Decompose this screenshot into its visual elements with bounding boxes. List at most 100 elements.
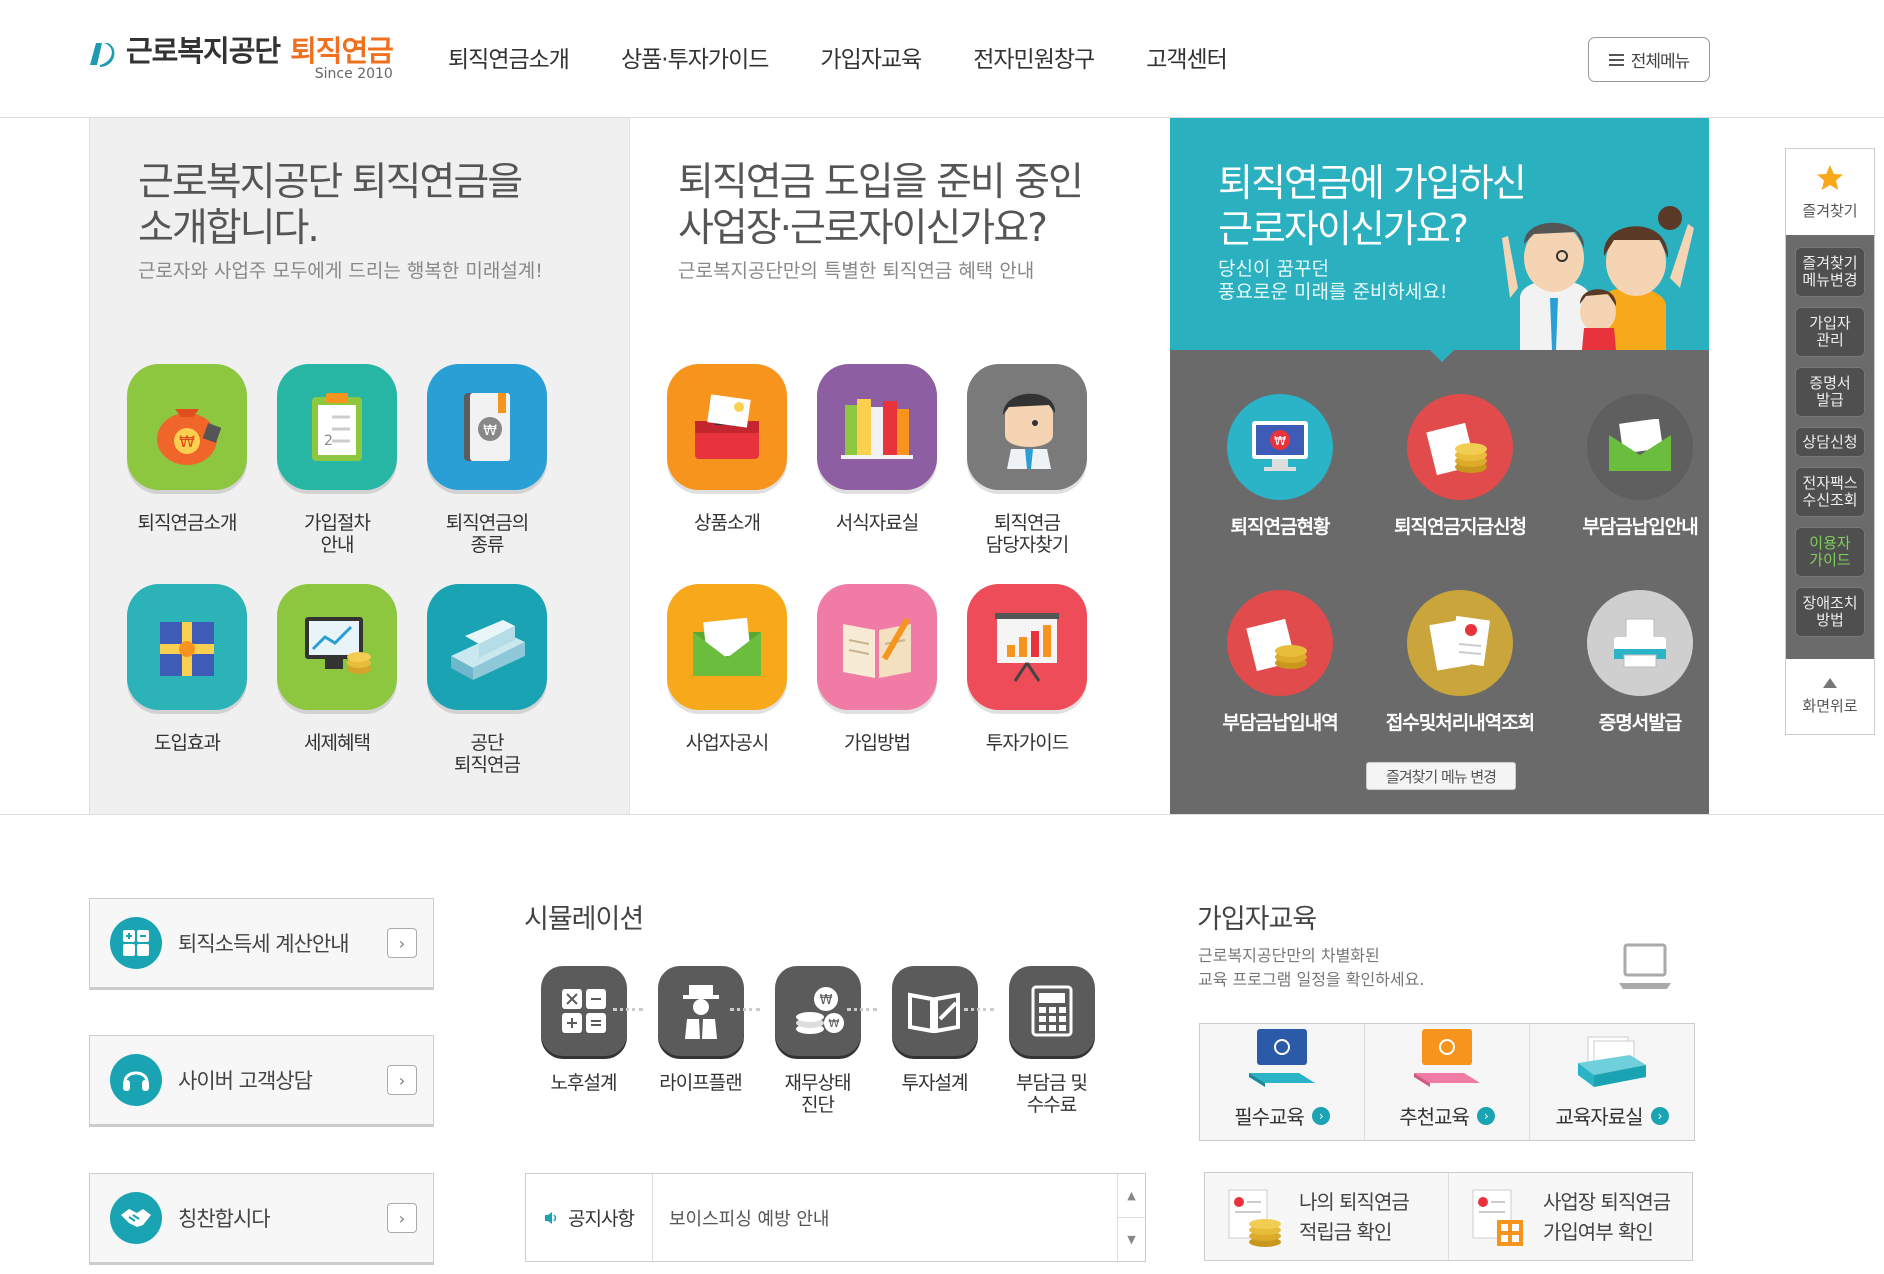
monitor-won-icon: ₩ [1227,394,1333,500]
briefcase-icon [667,364,787,490]
sim-label: 부담금 및 수수료 [1016,1072,1088,1116]
quick-user-guide[interactable]: 이용자 가이드 [1795,527,1865,577]
menu-label: 퇴직연금소개 [137,512,238,534]
menu-label: 퇴직연금의 종류 [445,512,529,556]
nav-item-products[interactable]: 상품·투자가이드 [621,38,769,82]
sim-financial-diagnosis[interactable]: ₩ ₩ 재무상태 진단 [759,966,877,1116]
menu-label: 가입절차 안내 [304,512,371,556]
menu-contribution-history[interactable]: 부담금납입내역 [1190,590,1370,786]
menu-contribution-guide[interactable]: 부담금납입안내 [1550,394,1730,590]
elder-person-icon [657,966,744,1056]
connector-dots [730,1008,760,1011]
quick-favorites-label: 즐겨찾기 [1802,201,1858,220]
hamburger-icon [1608,53,1624,66]
menu-label: 접수및처리내역조회 [1385,712,1535,734]
menu-join-method[interactable]: 가입방법 [802,584,952,804]
notice-next-button[interactable]: ▼ [1118,1217,1145,1261]
sim-label: 재무상태 진단 [784,1072,852,1116]
nav-item-intro[interactable]: 퇴직연금소개 [448,38,570,82]
menu-label: 투자가이드 [985,732,1069,754]
menu-join-procedure[interactable]: 2 가입절차 안내 [262,364,412,584]
coins-icon: ₩ ₩ [774,966,861,1056]
quick-favorites[interactable]: 즐겨찾기 [1786,149,1874,235]
quick-trouble-shooting[interactable]: 장애조치 방법 [1795,587,1865,637]
menu-adoption-effect[interactable]: 도입효과 [112,584,262,804]
simulation-title: 시뮬레이션 [524,904,644,935]
chevron-right-icon: › [387,1065,417,1095]
certificate-icon [1407,590,1513,696]
compliment-button[interactable]: 칭찬합시다 › [89,1173,434,1263]
menu-label: 사업자공시 [685,732,769,754]
menu-kcomwel-pension[interactable]: 공단 퇴직연금 [412,584,562,804]
quick-consult-request[interactable]: 상담신청 [1795,427,1865,457]
star-icon [1817,164,1843,190]
chevron-right-icon: › [387,928,417,958]
sim-retirement-plan[interactable]: 노후설계 [525,966,643,1116]
menu-investment-guide[interactable]: 투자가이드 [952,584,1102,804]
cyber-consult-button[interactable]: 사이버 고객상담 › [89,1035,434,1125]
menu-processing-history[interactable]: 접수및처리내역조회 [1370,590,1550,786]
menu-label: 서식자료실 [835,512,919,534]
quick-certificate-issue[interactable]: 증명서 발급 [1795,367,1865,417]
edu-recommended[interactable]: 추천교육 › [1364,1024,1529,1140]
notice-item-link[interactable]: 보이스피싱 예방 안내 [653,1174,1117,1261]
nav-item-eservice[interactable]: 전자민원창구 [973,38,1095,82]
monitor-blue-icon [1249,1029,1315,1087]
favorite-menu-change-button[interactable]: 즐겨찾기 메뉴 변경 [1366,762,1516,790]
menu-tax-benefit[interactable]: 세제혜택 [262,584,412,804]
quick-fav-menu-change[interactable]: 즐겨찾기 메뉴변경 [1795,247,1865,297]
quick-member-manage[interactable]: 가입자 관리 [1795,307,1865,357]
my-reserve-check[interactable]: 나의 퇴직연금 적립금 확인 [1205,1173,1448,1260]
sim-contribution-fees[interactable]: 부담금 및 수수료 [993,966,1110,1116]
menu-retirement-intro[interactable]: ₩ 퇴직연금소개 [112,364,262,584]
file-box-icon [1578,1036,1646,1087]
open-book-icon [817,584,937,710]
menu-pension-types[interactable]: ₩ 퇴직연금의 종류 [412,364,562,584]
svg-text:₩: ₩ [1274,434,1286,448]
quick-efax-inquiry[interactable]: 전자팩스 수신조회 [1795,467,1865,517]
edu-library[interactable]: 교육자료실 › [1529,1024,1694,1140]
menu-business-disclosure[interactable]: 사업자공시 [652,584,802,804]
workplace-join-check[interactable]: 사업장 퇴직연금 가입여부 확인 [1448,1173,1692,1260]
menu-pension-status[interactable]: ₩ 퇴직연금현황 [1190,394,1370,590]
menu-payment-request[interactable]: 퇴직연금지급신청 [1370,394,1550,590]
banner-pointer [1430,350,1454,362]
clipboard-icon: 2 [277,364,397,490]
notice-prev-button[interactable]: ▲ [1118,1174,1145,1217]
arrow-circle-icon: › [1311,1106,1330,1125]
svg-text:₩: ₩ [828,1017,839,1030]
logo-text: 근로복지공단 퇴직연금 Since 2010 [126,34,394,82]
nav-item-customer[interactable]: 고객센터 [1146,38,1228,82]
account-label: 사업장 퇴직연금 가입여부 확인 [1543,1189,1671,1244]
sim-investment-design[interactable]: 투자설계 [876,966,994,1116]
edu-required[interactable]: 필수교육 › [1200,1024,1364,1140]
sim-life-plan[interactable]: 라이프플랜 [642,966,760,1116]
all-menu-button[interactable]: 전체메뉴 [1588,37,1710,82]
arrow-up-icon [1823,678,1837,688]
notice-bar: 공지사항 보이스피싱 예방 안내 ▲ ▼ [525,1173,1146,1262]
app-root: 근로복지공단 퇴직연금 Since 2010 퇴직연금소개 상품·투자가이드 가… [0,0,1884,1274]
subscriber-icon-grid: ₩ 퇴직연금현황 퇴직연금지급신청 부담금납입안내 부담금납입내역 접수및처리내… [1190,394,1730,786]
subscriber-panel-title: 퇴직연금에 가입하신 근로자이신가요? [1218,161,1527,251]
nav-item-education[interactable]: 가입자교육 [820,38,922,82]
prepare-panel-subtitle: 근로복지공단만의 특별한 퇴직연금 혜택 안내 [678,260,1035,282]
menu-certificate-issue[interactable]: 증명서발급 [1550,590,1730,786]
retirement-tax-calc-button[interactable]: 퇴직소득세 계산안내 › [89,898,434,988]
menu-label: 퇴직연금현황 [1230,516,1331,538]
scroll-top-button[interactable]: 화면위로 [1786,659,1874,734]
notice-controls: ▲ ▼ [1117,1174,1145,1261]
prepare-icon-grid: 상품소개 서식자료실 퇴직연금 담당자찾기 사업자공시 가입방법 투자가이드 [652,364,1102,804]
account-label: 나의 퇴직연금 적립금 확인 [1299,1189,1410,1244]
menu-find-manager[interactable]: 퇴직연금 담당자찾기 [952,364,1102,584]
sim-label: 라이프플랜 [659,1072,742,1094]
logo-brand: 퇴직연금 [290,34,394,68]
menu-product-intro[interactable]: 상품소개 [652,364,802,584]
site-logo[interactable]: 근로복지공단 퇴직연금 Since 2010 [88,34,394,84]
notice-label-box: 공지사항 [526,1174,653,1261]
notice-label: 공지사항 [568,1208,635,1230]
connector-dots [613,1008,643,1011]
envelope-icon [1587,394,1693,500]
intro-panel: 근로복지공단 퇴직연금을 소개합니다. 근로자와 사업주 모두에게 드리는 행복… [89,118,629,814]
menu-form-library[interactable]: 서식자료실 [802,364,952,584]
intro-icon-grid: ₩ 퇴직연금소개 2 가입절차 안내 ₩ 퇴직연금의 종류 도입효과 세제혜택 … [112,364,562,804]
